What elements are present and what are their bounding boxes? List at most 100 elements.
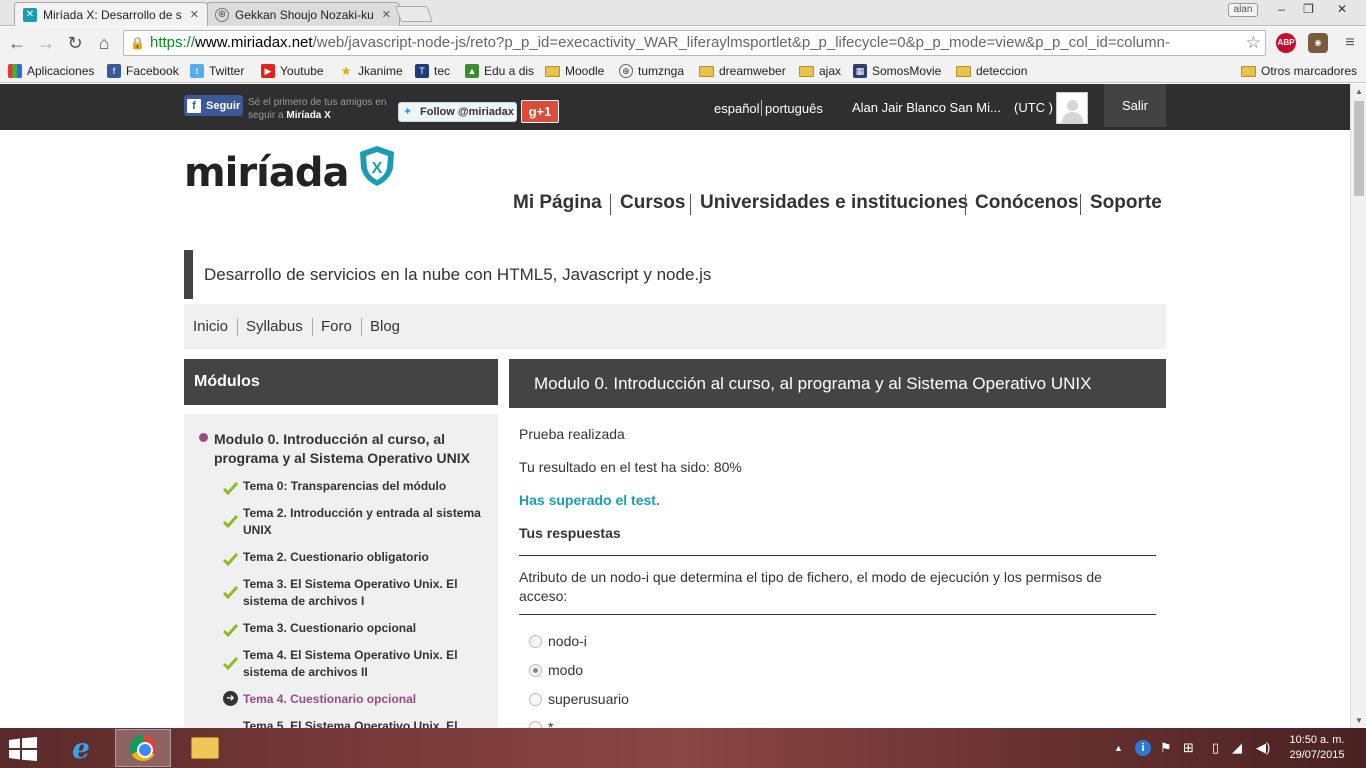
user-name-link[interactable]: Alan Jair Blanco San Mi... <box>852 100 1001 115</box>
scroll-down-icon[interactable]: ▼ <box>1354 716 1364 725</box>
scroll-up-icon[interactable]: ▲ <box>1354 87 1364 96</box>
subnav-foro[interactable]: Foro <box>321 318 352 335</box>
google-plus-one-button[interactable]: g+1 <box>521 100 559 123</box>
bookmark-edu-a-dis[interactable]: ▲ Edu a dis <box>465 62 534 80</box>
bookmark-aplicaciones[interactable]: Aplicaciones <box>8 62 94 80</box>
tray-expand-icon[interactable]: ▲ <box>1114 743 1123 753</box>
chrome-taskbar-button[interactable] <box>115 729 171 767</box>
bookmark-label: Jkanime <box>358 64 403 78</box>
avatar-body-shape <box>1062 112 1083 124</box>
tec-icon: T <box>415 64 429 78</box>
tab-close-icon[interactable]: ✕ <box>190 8 199 21</box>
bookmark-ajax[interactable]: ajax <box>799 62 841 80</box>
radio-button[interactable] <box>529 720 542 728</box>
subnav-syllabus[interactable]: Syllabus <box>246 318 303 335</box>
answer-option-selected[interactable]: modo <box>529 662 583 678</box>
battery-icon[interactable]: ▯ <box>1212 740 1219 756</box>
forward-arrow-icon[interactable]: → <box>34 31 58 55</box>
twitter-follow-button[interactable]: ✦ Follow @miriadax <box>398 102 517 122</box>
logo-shield-icon: X <box>360 146 394 186</box>
info-icon[interactable]: i <box>1135 740 1151 756</box>
bookmark-deteccion[interactable]: deteccion <box>956 62 1027 80</box>
nav-universidades[interactable]: Universidades e instituciones <box>700 192 968 214</box>
answer-option[interactable]: * <box>529 719 553 728</box>
home-icon[interactable]: ⌂ <box>92 31 116 55</box>
internet-explorer-taskbar-button[interactable]: e <box>53 729 109 767</box>
lock-icon: 🔒 <box>130 36 145 50</box>
radio-button-selected[interactable] <box>529 663 542 677</box>
folder-icon <box>545 65 560 77</box>
profile-badge[interactable]: alan <box>1228 3 1258 17</box>
bookmark-star-icon[interactable]: ☆ <box>1246 31 1261 55</box>
nav-conocenos[interactable]: Conócenos <box>975 192 1078 214</box>
file-explorer-taskbar-button[interactable] <box>177 729 233 767</box>
site-logo[interactable]: miríada <box>184 150 349 196</box>
subnav-inicio[interactable]: Inicio <box>193 318 228 335</box>
volume-icon[interactable]: ◀) <box>1256 740 1270 756</box>
action-center-flag-icon[interactable]: ⚑ <box>1160 740 1172 756</box>
folder-icon <box>1241 65 1256 77</box>
nav-soporte[interactable]: Soporte <box>1090 192 1162 214</box>
lesson-item[interactable]: Tema 2. Introducción y entrada al sistem… <box>243 505 483 539</box>
bookmark-moodle[interactable]: Moodle <box>545 62 604 80</box>
bookmark-youtube[interactable]: ▶ Youtube <box>261 62 324 80</box>
browser-toolbar: ← → ↻ ⌂ 🔒 https://www.miriadax.net/web/j… <box>0 27 1366 59</box>
current-module-title[interactable]: Modulo 0. Introducción al curso, al prog… <box>214 430 494 468</box>
page-scrollbar[interactable]: ▲ ▼ <box>1350 84 1366 728</box>
tab-gekkan[interactable]: ⊕ Gekkan Shoujo Nozaki-ku ✕ <box>206 2 400 26</box>
quiz-status: Prueba realizada <box>519 426 625 442</box>
lesson-item-current[interactable]: Tema 4. Cuestionario opcional <box>243 691 483 708</box>
bookmark-somosmovie[interactable]: ▦ SomosMovie <box>853 62 941 80</box>
internet-explorer-icon: e <box>72 731 90 765</box>
bookmark-facebook[interactable]: f Facebook <box>107 62 179 80</box>
tab-miriadax[interactable]: ✕ Miríada X: Desarrollo de s ✕ <box>14 2 208 26</box>
bookmarks-bar: Aplicaciones f Facebook t Twitter ▶ Yout… <box>0 59 1366 83</box>
close-window-icon[interactable]: ✕ <box>1324 0 1360 20</box>
adblock-plus-icon[interactable]: ABP <box>1276 33 1296 53</box>
bookmark-tumznga[interactable]: ⊕ tumznga <box>619 62 684 80</box>
lesson-item[interactable]: Tema 3. El Sistema Operativo Unix. El si… <box>243 576 483 610</box>
bookmark-label: tumznga <box>638 64 685 78</box>
language-pt-link[interactable]: português <box>765 101 823 116</box>
answer-option[interactable]: nodo-i <box>529 633 587 649</box>
chrome-menu-icon[interactable]: ≡ <box>1340 33 1360 53</box>
subnav-blog[interactable]: Blog <box>370 318 400 335</box>
minimize-icon[interactable]: ‒ <box>1268 0 1295 20</box>
facebook-follow-button[interactable]: f Seguir <box>184 95 243 116</box>
system-clock[interactable]: 10:50 a. m. 29/07/2015 <box>1286 733 1348 763</box>
instagram-extension-icon[interactable]: ◉ <box>1308 33 1328 53</box>
bookmark-otros-marcadores[interactable]: Otros marcadores <box>1241 62 1357 80</box>
avatar[interactable] <box>1056 92 1088 124</box>
lesson-item[interactable]: Tema 3. Cuestionario opcional <box>243 620 483 637</box>
lesson-item[interactable]: Tema 0: Transparencias del módulo <box>243 478 483 495</box>
globe-icon: ⊕ <box>619 64 633 78</box>
new-tab-button[interactable] <box>395 6 433 22</box>
bookmark-jkanime[interactable]: ★ Jkanime <box>339 62 403 80</box>
restore-icon[interactable]: ❐ <box>1295 0 1322 20</box>
tab-close-icon[interactable]: ✕ <box>382 8 391 21</box>
reload-icon[interactable]: ↻ <box>63 31 87 55</box>
answer-option[interactable]: superusuario <box>529 691 629 707</box>
address-bar[interactable]: 🔒 https://www.miriadax.net/web/javascrip… <box>123 30 1266 56</box>
nav-cursos[interactable]: Cursos <box>620 192 685 214</box>
bookmark-label: SomosMovie <box>872 64 942 78</box>
signal-icon[interactable]: ◢ <box>1232 740 1242 756</box>
bookmark-dreamweber[interactable]: dreamweber <box>699 62 786 80</box>
logout-button[interactable]: Salir <box>1104 84 1166 127</box>
bookmark-tec[interactable]: T tec <box>415 62 450 80</box>
check-icon <box>223 623 238 638</box>
radio-button[interactable] <box>529 692 542 706</box>
windows-taskbar: e ▲ i ⚑ ⊞ ▯ ◢ ◀) 10:50 a. m. 29/07/2015 <box>0 728 1366 768</box>
windows-start-icon[interactable] <box>8 737 38 761</box>
back-arrow-icon[interactable]: ← <box>5 31 29 55</box>
lesson-item[interactable]: Tema 4. El Sistema Operativo Unix. El si… <box>243 647 483 681</box>
windows-tray-icon[interactable]: ⊞ <box>1183 740 1194 756</box>
bookmark-twitter[interactable]: t Twitter <box>190 62 244 80</box>
lesson-item[interactable]: Tema 5. El Sistema Operativo Unix. El <box>243 718 483 728</box>
lesson-item[interactable]: Tema 2. Cuestionario obligatorio <box>243 549 483 566</box>
nav-mi-pagina[interactable]: Mi Página <box>513 192 602 214</box>
scrollbar-thumb[interactable] <box>1354 101 1364 196</box>
check-icon <box>223 656 238 671</box>
language-es-link[interactable]: español <box>714 101 760 116</box>
radio-button[interactable] <box>529 634 542 648</box>
